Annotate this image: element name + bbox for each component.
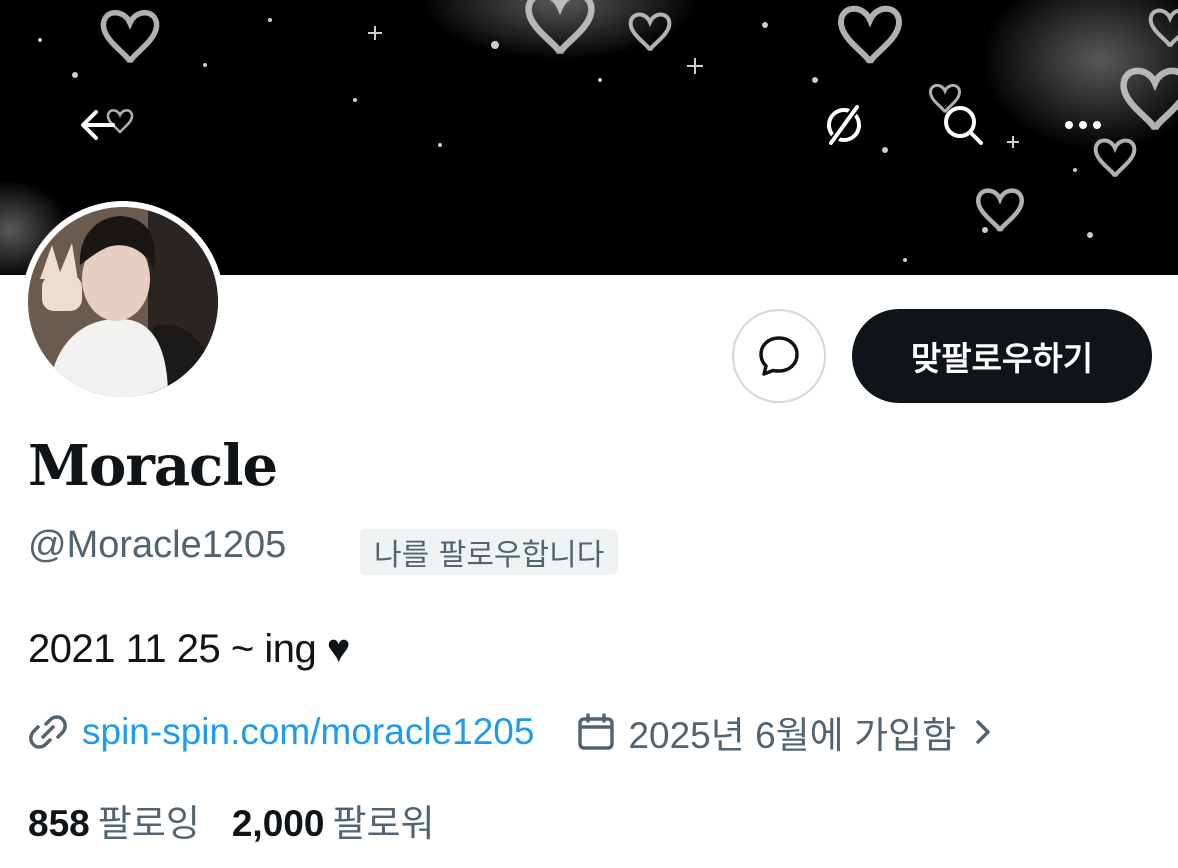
follow-back-button[interactable]: 맞팔로우하기	[852, 309, 1152, 403]
followers-label: 팔로워	[332, 803, 435, 844]
profile-bio: 2021 11 25 ~ ing ♥	[28, 627, 351, 671]
follows-you-badge: 나를 팔로우합니다	[360, 529, 619, 575]
following-stat[interactable]: 858 팔로잉	[28, 793, 200, 847]
followers-count: 2,000	[231, 803, 325, 844]
following-count: 858	[28, 803, 90, 844]
message-button[interactable]	[732, 309, 826, 403]
followers-stat[interactable]: 2,000 팔로워	[232, 793, 435, 847]
join-date[interactable]: 2025년 6월에 가입함	[628, 705, 956, 759]
more-options-button[interactable]	[1046, 88, 1120, 162]
chevron-right-icon[interactable]	[972, 714, 996, 750]
avatar[interactable]	[22, 201, 224, 403]
link-icon	[29, 715, 67, 749]
follow-stats: 858 팔로잉 2,000 팔로워	[28, 793, 467, 847]
calendar-icon	[578, 713, 615, 750]
profile-website-link[interactable]: spin-spin.com/moracle1205	[82, 711, 534, 753]
following-label: 팔로잉	[97, 803, 200, 844]
message-bubble-icon	[759, 336, 799, 376]
search-icon	[944, 106, 983, 145]
avatar-photo	[28, 207, 218, 397]
profile-meta: spin-spin.com/moracle1205 2025년 6월에 가입함	[28, 706, 996, 758]
translate-button[interactable]	[807, 88, 881, 162]
more-dots-icon	[1065, 121, 1101, 129]
back-button[interactable]	[60, 88, 134, 162]
user-handle: @Moracle1205	[28, 524, 287, 566]
search-button[interactable]	[926, 88, 1000, 162]
display-name: Moracle	[28, 433, 278, 499]
arrow-left-icon	[81, 110, 115, 140]
translate-icon	[827, 103, 861, 147]
